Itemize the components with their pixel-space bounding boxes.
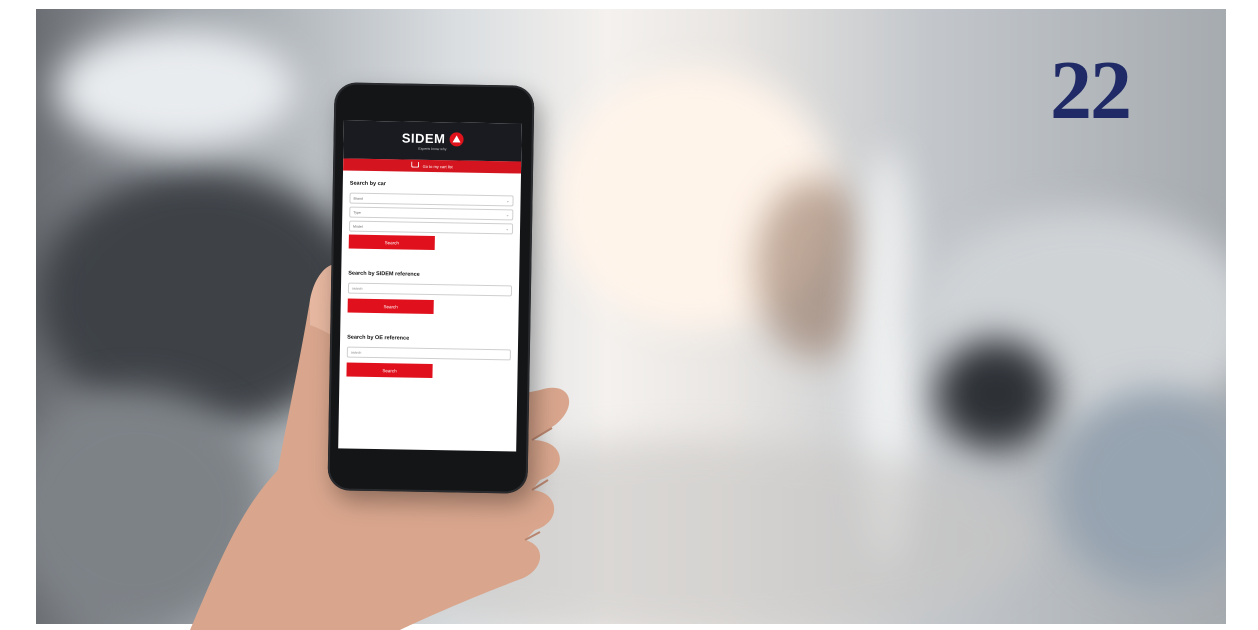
section-title: Search by SIDEM reference — [348, 270, 420, 278]
input-placeholder: search — [351, 286, 363, 291]
search-car-button[interactable]: Search — [348, 234, 435, 251]
section-title: Search by OE reference — [347, 334, 410, 342]
search-oe-button[interactable]: Search — [346, 362, 433, 379]
select-value: Type — [353, 210, 361, 215]
section-title: Search by car — [349, 180, 386, 188]
chevron-down-icon: ⌄ — [506, 198, 510, 204]
chevron-down-icon: ⌄ — [505, 226, 510, 232]
cart-link[interactable]: Go to my cart list — [423, 163, 453, 169]
blurred-wheel-right — [936, 339, 1056, 449]
blurred-light — [56, 29, 296, 149]
oe-reference-input[interactable]: search — [346, 346, 511, 361]
smartphone: SIDEM Experts know why Go to my cart lis… — [327, 82, 535, 494]
model-select[interactable]: Model ⌄ — [348, 220, 514, 235]
search-sidem-button[interactable]: Search — [347, 298, 434, 315]
search-by-oe-section: Search by OE reference search Search — [339, 334, 518, 379]
type-select[interactable]: Type ⌄ — [349, 206, 514, 221]
cart-icon — [411, 161, 420, 168]
select-value: Model — [353, 224, 363, 229]
tagline: Experts know why — [418, 146, 447, 152]
phone-screen: SIDEM Experts know why Go to my cart lis… — [338, 120, 522, 452]
logo-triangle-icon — [449, 131, 464, 147]
page-number: 22 — [1050, 44, 1132, 137]
input-placeholder: search — [350, 350, 362, 355]
select-value: Brand — [353, 196, 363, 201]
app-header: SIDEM Experts know why — [343, 120, 522, 162]
logo-text: SIDEM — [401, 130, 446, 147]
search-by-car-section: Search by car Brand ⌄ Type ⌄ Model ⌄ Sea… — [342, 180, 521, 251]
sidem-logo[interactable]: SIDEM — [402, 130, 464, 146]
brand-select[interactable]: Brand ⌄ — [349, 192, 514, 207]
search-by-sidem-section: Search by SIDEM reference search Search — [341, 270, 520, 315]
cart-bar[interactable]: Go to my cart list — [343, 158, 522, 174]
chevron-down-icon: ⌄ — [505, 212, 510, 218]
sidem-reference-input[interactable]: search — [347, 282, 513, 297]
